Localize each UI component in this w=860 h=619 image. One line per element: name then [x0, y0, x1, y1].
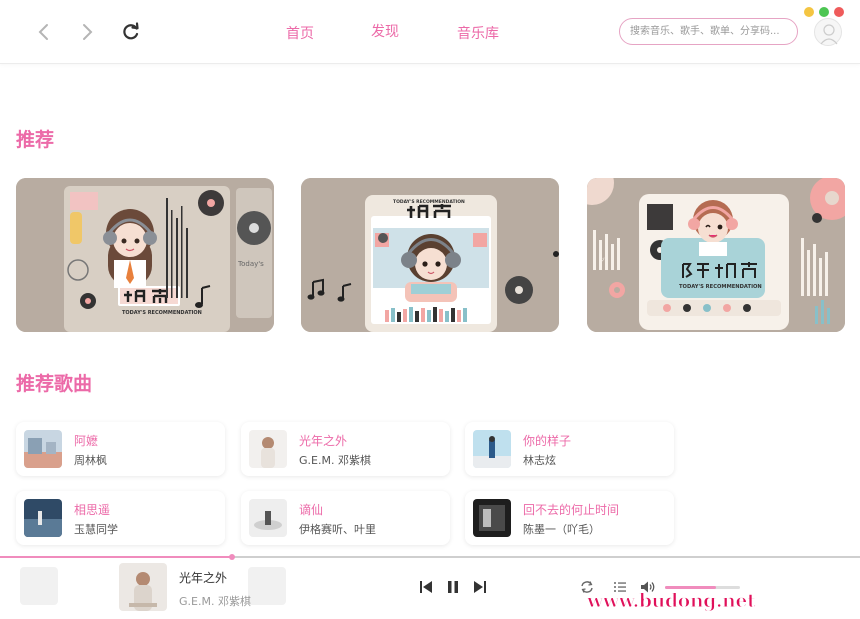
ghost-cover	[248, 567, 286, 605]
song-card[interactable]: 你的样子 林志炫	[465, 422, 674, 476]
maximize-dot[interactable]	[819, 7, 829, 17]
song-title: 谪仙	[299, 503, 324, 517]
song-artist: 玉慧同学	[74, 523, 118, 536]
song-artist: G.E.M. 邓紫棋	[299, 454, 371, 467]
now-playing-title: 光年之外	[179, 571, 228, 585]
song-cover	[473, 430, 511, 468]
tab-library[interactable]: 音乐库	[457, 23, 499, 43]
banner-illustration: TODAY'S RECOMMENDATION ツ-	[587, 178, 845, 332]
song-card[interactable]: 谪仙 伊格赛听、叶里	[241, 491, 450, 545]
banner-card[interactable]: TODAY'S RECOMMENDATION	[301, 178, 559, 332]
song-card[interactable]: 回不去的何止时间 陈墨一（吖毛）	[465, 491, 674, 545]
avatar[interactable]	[814, 18, 842, 46]
svg-text:Today's: Today's	[237, 260, 264, 268]
svg-text:TODAY'S RECOMMENDATION: TODAY'S RECOMMENDATION	[122, 310, 202, 316]
back-button[interactable]	[32, 20, 56, 44]
window-controls	[804, 7, 844, 17]
song-cover	[249, 430, 287, 468]
song-artist: 陈墨一（吖毛）	[523, 523, 600, 536]
user-avatar-icon	[820, 24, 838, 45]
song-cover	[249, 499, 287, 537]
progress-bar[interactable]	[0, 554, 860, 560]
skip-previous-icon	[420, 581, 432, 593]
banner-card[interactable]: TODAY'S RECOMMENDATION ツ-	[587, 178, 845, 332]
svg-text:TODAY'S RECOMMENDATION: TODAY'S RECOMMENDATION	[679, 284, 762, 290]
banner-illustration: TODAY'S RECOMMENDATION	[301, 178, 559, 332]
pause-icon	[448, 581, 458, 593]
forward-button[interactable]	[75, 20, 99, 44]
banner-illustration: TODAY'S RECOMMENDATION Today's	[16, 178, 274, 332]
ghost-cover	[20, 567, 58, 605]
song-card[interactable]: 相思遥 玉慧同学	[16, 491, 225, 545]
previous-button[interactable]	[416, 577, 436, 597]
chevron-right-icon	[83, 24, 93, 40]
watermark-text: www.budong.net 不懂社区	[586, 590, 836, 613]
song-artist: 伊格赛听、叶里	[299, 523, 376, 536]
now-playing-artist: G.E.M. 邓紫棋	[179, 595, 251, 608]
song-title: 你的样子	[523, 434, 572, 448]
song-title: 回不去的何止时间	[523, 503, 620, 517]
recommend-heading: 推荐	[16, 129, 55, 151]
song-artist: 周林枫	[74, 454, 107, 467]
close-dot[interactable]	[834, 7, 844, 17]
song-card[interactable]: 阿嬷 周林枫	[16, 422, 225, 476]
search-input[interactable]	[630, 19, 798, 44]
tab-home[interactable]: 首页	[286, 23, 314, 43]
skip-next-icon	[474, 581, 486, 593]
tab-discover[interactable]: 发现	[371, 21, 399, 41]
top-bar: 首页 发现 音乐库	[0, 0, 860, 64]
song-title: 相思遥	[74, 503, 111, 517]
refresh-button[interactable]	[119, 20, 143, 44]
pause-button[interactable]	[443, 577, 463, 597]
song-artist: 林志炫	[523, 454, 556, 467]
search-box	[619, 18, 798, 45]
song-cover	[473, 499, 511, 537]
minimize-dot[interactable]	[804, 7, 814, 17]
svg-text:TODAY'S RECOMMENDATION: TODAY'S RECOMMENDATION	[393, 199, 465, 205]
song-cover	[24, 430, 62, 468]
song-title: 阿嬷	[74, 434, 99, 448]
svg-text:ツ-: ツ-	[599, 257, 607, 264]
songs-heading: 推荐歌曲	[16, 373, 93, 395]
song-cover	[24, 499, 62, 537]
song-card[interactable]: 光年之外 G.E.M. 邓紫棋	[241, 422, 450, 476]
progress-fill	[0, 556, 233, 558]
now-playing-cover[interactable]	[119, 563, 167, 611]
chevron-left-icon	[38, 24, 48, 40]
song-title: 光年之外	[299, 434, 348, 448]
refresh-icon	[123, 22, 139, 40]
banner-card[interactable]: TODAY'S RECOMMENDATION Today's	[16, 178, 274, 332]
next-button[interactable]	[470, 577, 490, 597]
